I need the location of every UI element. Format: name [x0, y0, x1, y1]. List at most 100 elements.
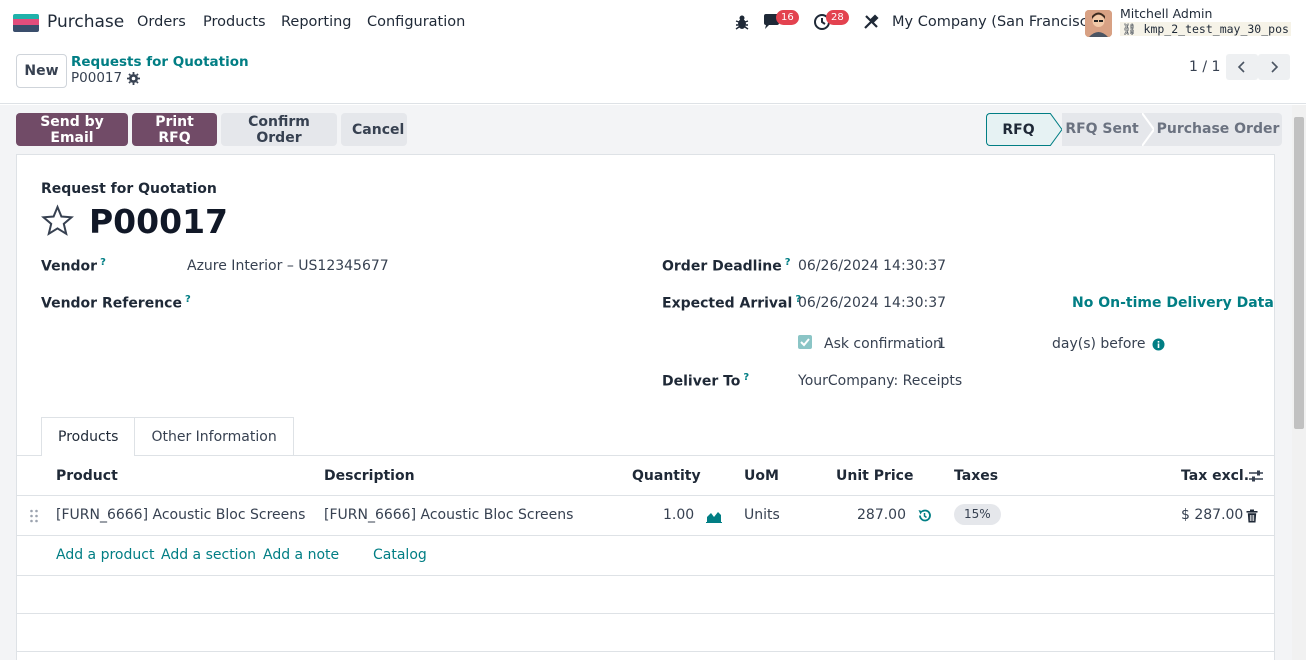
tax-badge[interactable]: 15%: [954, 504, 1001, 525]
control-panel: New Requests for Quotation P00017 1 / 1: [0, 46, 1306, 104]
deliver-to-field[interactable]: YourCompany: Receipts: [798, 373, 962, 389]
expected-arrival-label-text: Expected Arrival: [662, 295, 793, 312]
status-arrow-icon: [1050, 113, 1062, 146]
menu-products[interactable]: Products: [203, 14, 266, 30]
price-history-icon[interactable]: [917, 508, 932, 523]
record-reference: P00017: [89, 202, 228, 241]
database-name: ⛓ kmp_2_test_may_30_pos: [1120, 22, 1291, 36]
database-label: kmp_2_test_may_30_pos: [1143, 22, 1289, 36]
menu-configuration[interactable]: Configuration: [367, 14, 465, 30]
vendor-reference-label-text: Vendor Reference: [41, 295, 182, 312]
order-lines-header: Product Description Quantity UoM Unit Pr…: [17, 456, 1274, 496]
pager-previous-button[interactable]: [1226, 54, 1258, 80]
empty-row: [17, 576, 1274, 614]
status-bar: RFQ RFQ Sent Purchase Order: [986, 113, 1282, 146]
activity-count-badge: 28: [826, 10, 849, 25]
col-unit-price[interactable]: Unit Price: [836, 468, 913, 484]
app-name[interactable]: Purchase: [47, 12, 124, 32]
ask-confirmation-days-field[interactable]: 1: [937, 336, 946, 352]
scrollbar-thumb[interactable]: [1294, 117, 1304, 429]
form-view: Send by Email Print RFQ Confirm Order Ca…: [0, 105, 1292, 660]
checkmark-icon: [800, 338, 810, 347]
col-taxes[interactable]: Taxes: [954, 468, 998, 484]
deliver-to-label-text: Deliver To: [662, 373, 741, 390]
menu-orders[interactable]: Orders: [137, 14, 186, 30]
database-icon: ⛓: [1122, 22, 1144, 36]
vendor-field[interactable]: Azure Interior – US12345677: [187, 258, 389, 274]
chevron-left-icon: [1237, 61, 1245, 73]
add-section-link[interactable]: Add a section: [161, 547, 256, 563]
ask-confirmation-label: Ask confirmation: [824, 336, 942, 352]
forecast-chart-icon[interactable]: [706, 509, 722, 523]
cell-description[interactable]: [FURN_6666] Acoustic Bloc Screens: [324, 507, 573, 523]
confirm-order-button[interactable]: Confirm Order: [221, 113, 337, 146]
deliver-to-label: Deliver To?: [662, 372, 749, 390]
days-before-label: day(s) before: [1052, 336, 1146, 352]
empty-row: [17, 614, 1274, 652]
top-navbar: Purchase Orders Products Reporting Confi…: [0, 0, 1306, 46]
pager-value[interactable]: 1 / 1: [1189, 59, 1220, 75]
vendor-reference-label: Vendor Reference?: [41, 294, 191, 312]
info-icon[interactable]: [1152, 338, 1165, 351]
purchase-app-icon[interactable]: [13, 14, 39, 32]
status-purchase-order[interactable]: Purchase Order: [1154, 113, 1282, 146]
drag-handle-icon[interactable]: [29, 509, 39, 523]
expected-arrival-label: Expected Arrival?: [662, 294, 801, 312]
new-button[interactable]: New: [16, 54, 67, 88]
vendor-label-text: Vendor: [41, 258, 98, 275]
vendor-reference-field[interactable]: [187, 294, 607, 314]
vendor-label: Vendor?: [41, 257, 106, 275]
bug-icon[interactable]: [733, 13, 753, 33]
vertical-scrollbar[interactable]: [1292, 105, 1306, 660]
send-by-email-button[interactable]: Send by Email: [16, 113, 128, 146]
tab-other-information[interactable]: Other Information: [135, 417, 294, 456]
gear-icon[interactable]: [127, 72, 140, 85]
add-product-link[interactable]: Add a product: [56, 547, 154, 563]
ask-confirmation-checkbox[interactable]: [798, 335, 812, 349]
column-settings-icon[interactable]: [1248, 468, 1264, 484]
print-rfq-button[interactable]: Print RFQ: [132, 113, 217, 146]
status-rfq-sent[interactable]: RFQ Sent: [1062, 113, 1142, 146]
help-marker[interactable]: ?: [785, 257, 791, 268]
company-switcher[interactable]: My Company (San Francisco): [892, 14, 1102, 30]
breadcrumb-rfq[interactable]: Requests for Quotation: [71, 54, 249, 70]
order-deadline-field[interactable]: 06/26/2024 14:30:37: [798, 258, 946, 274]
tools-icon[interactable]: [862, 13, 882, 33]
trash-icon[interactable]: [1246, 509, 1258, 523]
notebook-tabs: Products Other Information: [41, 417, 294, 456]
tab-products[interactable]: Products: [41, 417, 136, 456]
star-icon[interactable]: [41, 204, 74, 237]
chevron-right-icon: [1271, 61, 1279, 73]
user-name[interactable]: Mitchell Admin: [1120, 6, 1212, 21]
breadcrumb-current: P00017: [71, 70, 123, 86]
form-subtitle: Request for Quotation: [41, 181, 217, 197]
user-avatar[interactable]: [1085, 10, 1112, 37]
cell-product[interactable]: [FURN_6666] Acoustic Bloc Screens: [56, 507, 305, 523]
menu-reporting[interactable]: Reporting: [281, 14, 352, 30]
catalog-link[interactable]: Catalog: [373, 547, 427, 563]
order-deadline-label: Order Deadline?: [662, 257, 791, 275]
cell-subtotal: $ 287.00: [1181, 507, 1244, 523]
col-product[interactable]: Product: [56, 468, 118, 484]
table-row[interactable]: [FURN_6666] Acoustic Bloc Screens [FURN_…: [17, 496, 1274, 536]
order-deadline-label-text: Order Deadline: [662, 258, 782, 275]
pager-next-button[interactable]: [1258, 54, 1290, 80]
status-arrow-icon: [1142, 113, 1154, 146]
add-lines-row: Add a product Add a section Add a note C…: [17, 536, 1274, 576]
ontime-delivery-link[interactable]: No On-time Delivery Data: [1072, 295, 1274, 311]
expected-arrival-field[interactable]: 06/26/2024 14:30:37: [798, 295, 946, 311]
cell-unit-price[interactable]: 287.00: [857, 507, 906, 523]
col-uom[interactable]: UoM: [744, 468, 779, 484]
help-marker[interactable]: ?: [743, 372, 749, 383]
form-sheet: Request for Quotation P00017 Vendor? Azu…: [16, 154, 1275, 660]
cell-uom[interactable]: Units: [744, 507, 780, 523]
col-tax-excl[interactable]: Tax excl.: [1181, 468, 1249, 484]
add-note-link[interactable]: Add a note: [263, 547, 339, 563]
chat-count-badge: 16: [776, 10, 799, 25]
col-quantity[interactable]: Quantity: [632, 468, 701, 484]
status-rfq[interactable]: RFQ: [986, 113, 1050, 146]
help-marker[interactable]: ?: [100, 257, 106, 268]
col-description[interactable]: Description: [324, 468, 415, 484]
cancel-button[interactable]: Cancel: [341, 113, 407, 146]
cell-quantity[interactable]: 1.00: [663, 507, 694, 523]
